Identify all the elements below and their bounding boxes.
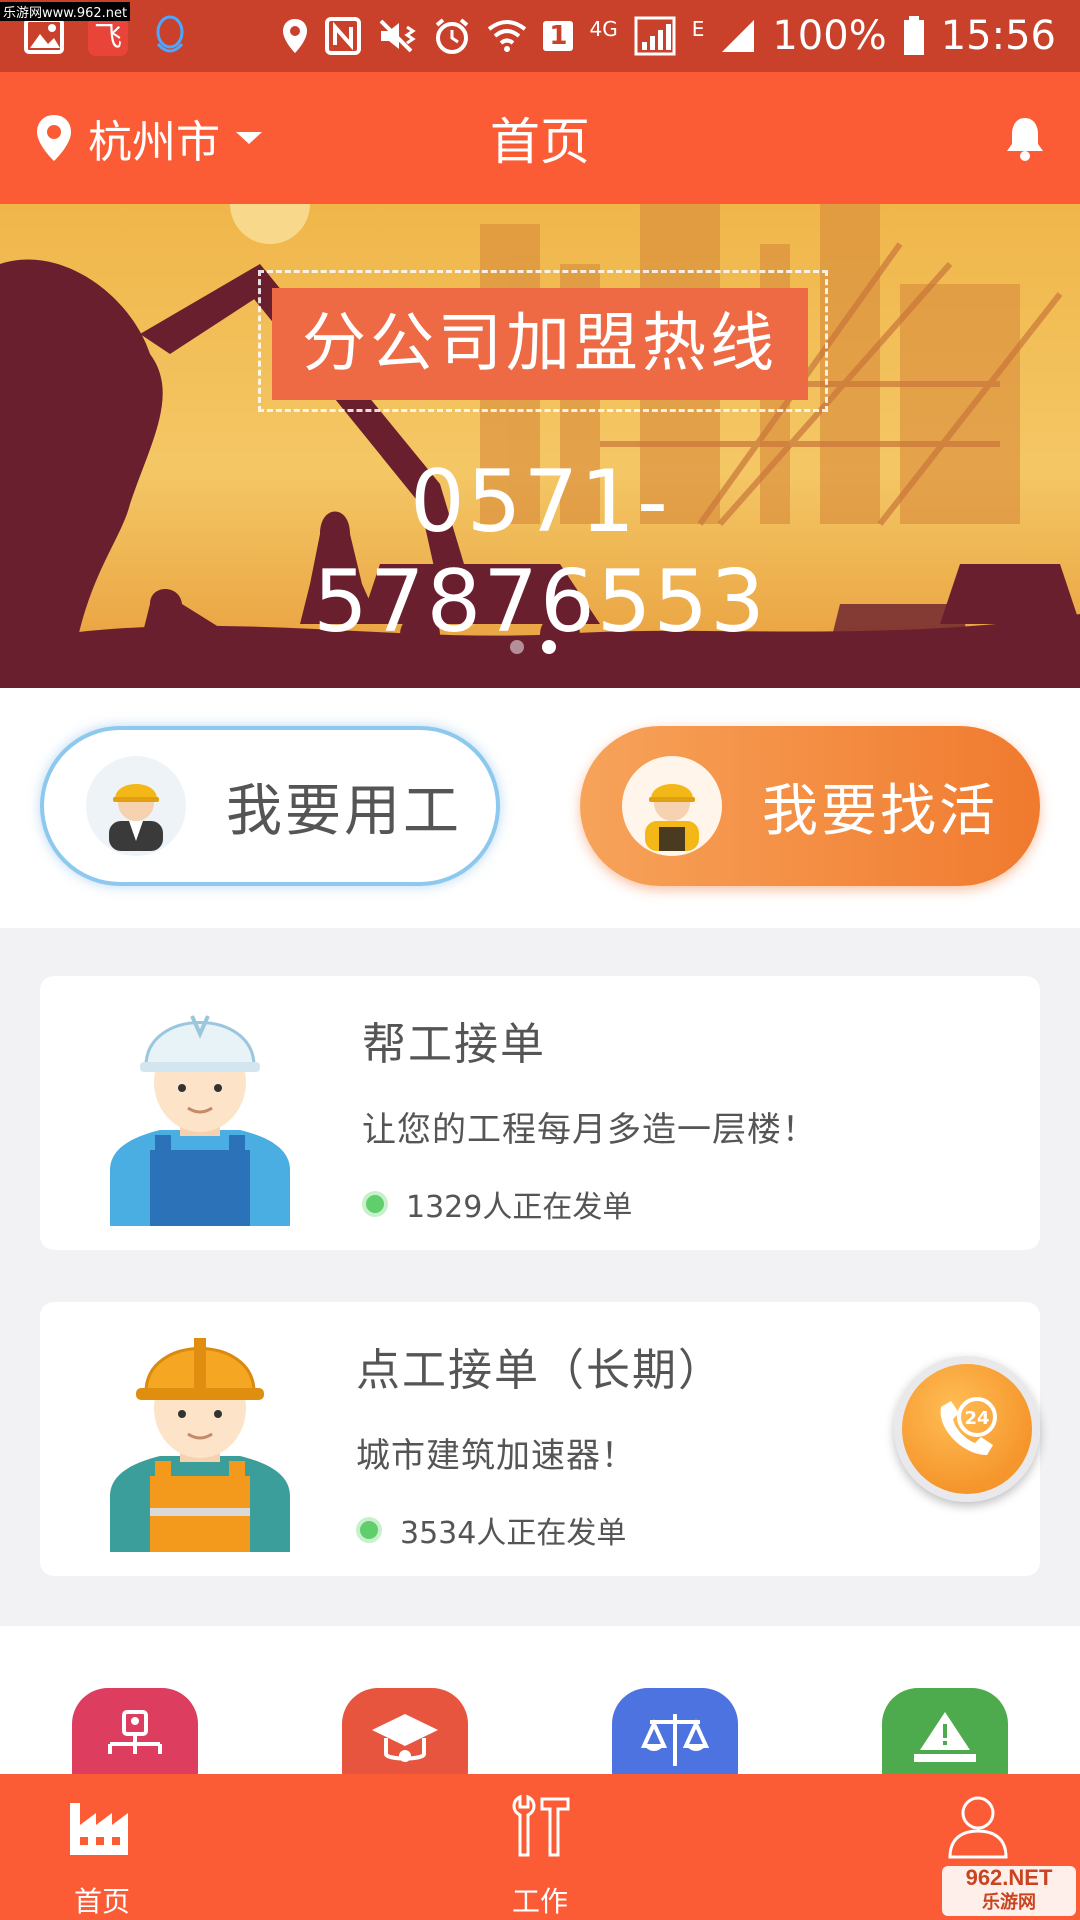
banner-title: 分公司加盟热线 [272, 288, 808, 400]
long-term-order-card[interactable]: 点工接单（长期） 城市建筑加速器！ 3534人正在发单 [40, 1302, 1040, 1576]
promo-banner[interactable]: 分公司加盟热线 0571-57876553 [0, 204, 1080, 688]
bottom-navigation: 首页 工作 962.NET 乐游网 [0, 1774, 1080, 1920]
nav-home-label: 首页 [73, 1885, 130, 1918]
network-type-2: E [691, 17, 705, 41]
svg-text:飞: 飞 [94, 20, 122, 53]
card-status-text: 1329人正在发单 [406, 1190, 633, 1225]
nfc-icon [325, 17, 362, 55]
worker-avatar [622, 756, 722, 856]
phone-24-icon: 24 [940, 1397, 997, 1455]
worker-illustration-orange-helmet [110, 1338, 290, 1552]
nav-work-label: 工作 [511, 1885, 568, 1918]
user-icon [948, 1796, 1008, 1859]
role-selector: 我要用工 我要找活 [0, 688, 1080, 928]
wifi-icon [488, 20, 527, 52]
carousel-dot[interactable] [510, 640, 524, 654]
alarm-icon [436, 18, 469, 54]
hire-workers-button[interactable]: 我要用工 [40, 726, 500, 886]
factory-icon [70, 1803, 128, 1855]
banner-phone: 0571-57876553 [313, 452, 767, 652]
find-work-button[interactable]: 我要找活 [580, 726, 1040, 886]
clock: 15:56 [940, 13, 1056, 59]
balance-scale-icon [640, 1714, 710, 1766]
hotline-24h-button[interactable]: 24 [894, 1356, 1040, 1502]
tools-icon [512, 1794, 570, 1857]
card-status-text: 3534人正在发单 [400, 1516, 627, 1551]
card-title: 帮工接单 [362, 1019, 546, 1070]
card-description: 让您的工程每月多造一层楼！ [362, 1110, 817, 1150]
hire-workers-label: 我要用工 [226, 778, 462, 844]
battery-percent: 100% [772, 13, 887, 59]
nav-work[interactable]: 工作 [478, 1774, 602, 1920]
org-chart-icon [108, 1710, 162, 1754]
bell-icon[interactable] [1004, 114, 1046, 162]
gallery-icon [24, 18, 64, 54]
service-grid [0, 1626, 1080, 1808]
app-screen: 乐游网www.962.net 飞 1 4G E 100% 15:56 杭州市 首… [0, 0, 1080, 1920]
site-logo-line2: 乐游网 [982, 1892, 1036, 1912]
card-description: 城市建筑加速器！ [356, 1436, 636, 1476]
order-card[interactable]: 帮工接单 让您的工程每月多造一层楼！ 1329人正在发单 [40, 976, 1040, 1250]
site-logo: 962.NET 乐游网 [942, 1866, 1076, 1916]
app-header: 杭州市 首页 [0, 72, 1080, 204]
status-bar: 乐游网www.962.net 飞 1 4G E 100% 15:56 [0, 0, 1080, 72]
qq-icon [156, 15, 184, 53]
hotline-badge: 24 [964, 1408, 989, 1429]
warning-sign-icon [914, 1712, 976, 1762]
graduation-cap-icon [372, 1714, 438, 1762]
employer-avatar [86, 756, 186, 856]
carousel-dots [510, 640, 556, 654]
card-status: 3534人正在发单 [356, 1508, 626, 1552]
carousel-dot-active[interactable] [542, 640, 556, 654]
online-status-dot [356, 1517, 382, 1543]
sim-indicator: 1 [543, 21, 574, 51]
signal-icon [634, 16, 676, 56]
page-title: 首页 [490, 113, 590, 171]
worker-illustration-white-helmet [110, 1015, 290, 1226]
site-logo-line1: 962.NET [965, 1865, 1053, 1890]
online-status-dot [362, 1191, 388, 1217]
find-work-label: 我要找活 [762, 778, 998, 844]
mute-vibrate-icon [379, 19, 417, 53]
card-status: 1329人正在发单 [362, 1182, 632, 1226]
battery-icon [903, 16, 924, 55]
network-type: 4G [589, 17, 618, 41]
nav-home[interactable]: 首页 [40, 1774, 164, 1920]
location-icon [283, 19, 308, 53]
watermark: 乐游网www.962.net [0, 2, 131, 21]
status-indicators: 1 4G E 100% 15:56 [281, 13, 1056, 59]
signal-icon-2 [722, 20, 755, 52]
card-title: 点工接单（长期） [356, 1345, 724, 1396]
